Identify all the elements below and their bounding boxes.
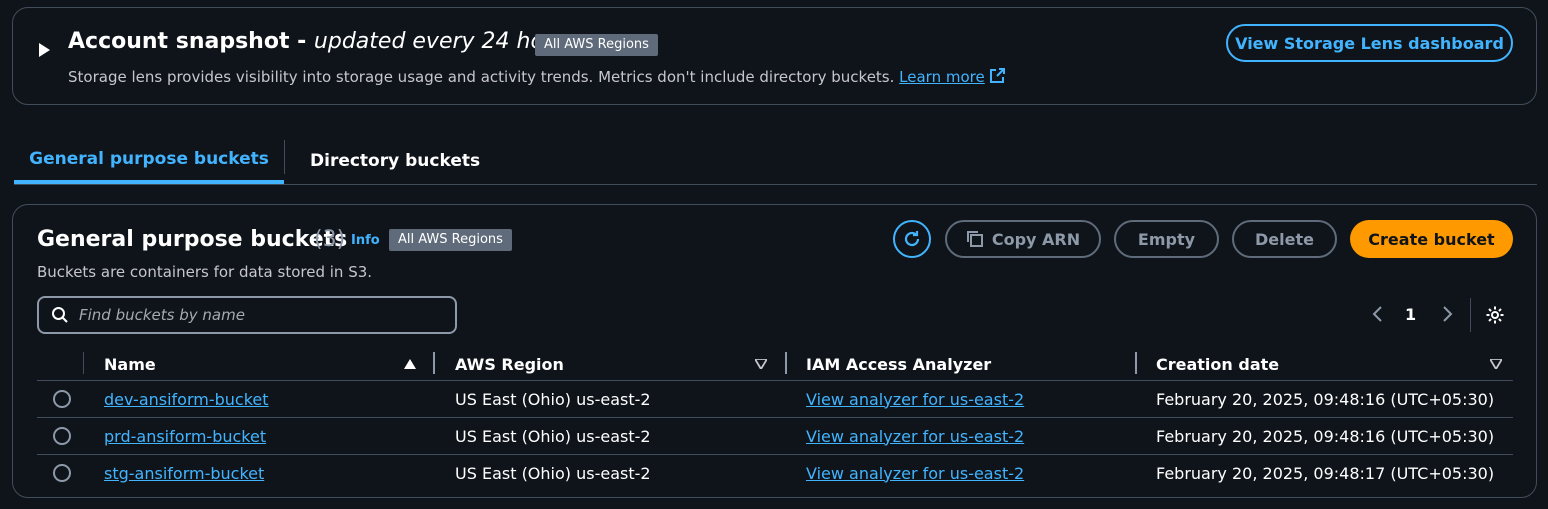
column-resizer[interactable] xyxy=(1135,352,1137,374)
bucket-count: (3) xyxy=(314,227,346,252)
copy-arn-label: Copy ARN xyxy=(991,229,1081,249)
copy-icon xyxy=(966,231,983,247)
column-creation-date[interactable]: Creation date xyxy=(1156,349,1279,380)
column-analyzer[interactable]: IAM Access Analyzer xyxy=(806,349,991,380)
creation-date: February 20, 2025, 09:48:16 (UTC+05:30) xyxy=(1156,426,1495,446)
column-resizer[interactable] xyxy=(785,352,787,374)
bucket-region: US East (Ohio) us-east-2 xyxy=(455,463,651,483)
bucket-name-link[interactable]: prd-ansiform-bucket xyxy=(104,418,266,454)
bucket-region: US East (Ohio) us-east-2 xyxy=(455,426,651,446)
empty-button[interactable]: Empty xyxy=(1114,220,1219,258)
tab-directory[interactable]: Directory buckets xyxy=(310,138,480,184)
row-select-radio[interactable] xyxy=(53,427,71,445)
snapshot-title: Account snapshot - updated every 24 hour… xyxy=(68,29,579,54)
buckets-panel: General purpose buckets (3) Info All AWS… xyxy=(12,204,1537,498)
sort-descending-icon[interactable] xyxy=(755,359,767,369)
analyzer-link[interactable]: View analyzer for us-east-2 xyxy=(806,418,1024,454)
bucket-region: US East (Ohio) us-east-2 xyxy=(455,389,651,409)
column-region[interactable]: AWS Region xyxy=(455,349,564,380)
learn-more-link[interactable]: Learn more xyxy=(899,68,985,86)
tab-divider xyxy=(284,140,285,174)
table-header: Name AWS Region IAM Access Analyzer Crea… xyxy=(37,349,1513,381)
external-link-icon[interactable] xyxy=(989,68,1005,84)
row-select-radio[interactable] xyxy=(53,464,71,482)
delete-button[interactable]: Delete xyxy=(1232,220,1337,258)
table-row[interactable]: stg-ansiform-bucket US East (Ohio) us-ea… xyxy=(37,455,1513,492)
bucket-name-link[interactable]: stg-ansiform-bucket xyxy=(104,455,264,491)
chevron-left-icon[interactable] xyxy=(1371,305,1385,323)
regions-badge: All AWS Regions xyxy=(389,229,512,251)
analyzer-link[interactable]: View analyzer for us-east-2 xyxy=(806,455,1024,491)
column-name[interactable]: Name xyxy=(104,349,156,380)
column-divider xyxy=(83,352,84,374)
create-bucket-button[interactable]: Create bucket xyxy=(1350,220,1513,258)
sort-ascending-icon[interactable] xyxy=(404,359,416,369)
info-link[interactable]: Info xyxy=(351,233,380,248)
refresh-icon xyxy=(904,231,920,247)
panel-title: General purpose buckets xyxy=(37,227,348,252)
view-storage-lens-button[interactable]: View Storage Lens dashboard xyxy=(1226,24,1513,62)
current-page[interactable]: 1 xyxy=(1405,305,1416,324)
chevron-right-icon[interactable] xyxy=(1440,305,1454,323)
search-box xyxy=(37,296,457,334)
expand-caret-icon[interactable] xyxy=(39,43,50,57)
bucket-tabs: General purpose buckets Directory bucket… xyxy=(14,138,1537,185)
search-input[interactable] xyxy=(79,306,439,324)
pager-divider xyxy=(1470,298,1471,332)
search-icon xyxy=(52,307,68,323)
row-select-radio[interactable] xyxy=(53,390,71,408)
copy-arn-button[interactable]: Copy ARN xyxy=(945,220,1101,258)
table-row[interactable]: dev-ansiform-bucket US East (Ohio) us-ea… xyxy=(37,381,1513,418)
bucket-name-link[interactable]: dev-ansiform-bucket xyxy=(104,381,269,417)
creation-date: February 20, 2025, 09:48:16 (UTC+05:30) xyxy=(1156,389,1495,409)
column-resizer[interactable] xyxy=(433,352,435,374)
panel-description: Buckets are containers for data stored i… xyxy=(37,263,373,281)
account-snapshot-panel: Account snapshot - updated every 24 hour… xyxy=(12,7,1537,105)
regions-badge: All AWS Regions xyxy=(535,34,658,56)
creation-date: February 20, 2025, 09:48:17 (UTC+05:30) xyxy=(1156,463,1495,483)
gear-icon[interactable] xyxy=(1485,305,1505,325)
sort-descending-icon[interactable] xyxy=(1490,359,1502,369)
table-row[interactable]: prd-ansiform-bucket US East (Ohio) us-ea… xyxy=(37,418,1513,455)
analyzer-link[interactable]: View analyzer for us-east-2 xyxy=(806,381,1024,417)
snapshot-description: Storage lens provides visibility into st… xyxy=(68,67,1005,87)
refresh-button[interactable] xyxy=(893,220,931,258)
tab-general-purpose[interactable]: General purpose buckets xyxy=(14,138,284,184)
